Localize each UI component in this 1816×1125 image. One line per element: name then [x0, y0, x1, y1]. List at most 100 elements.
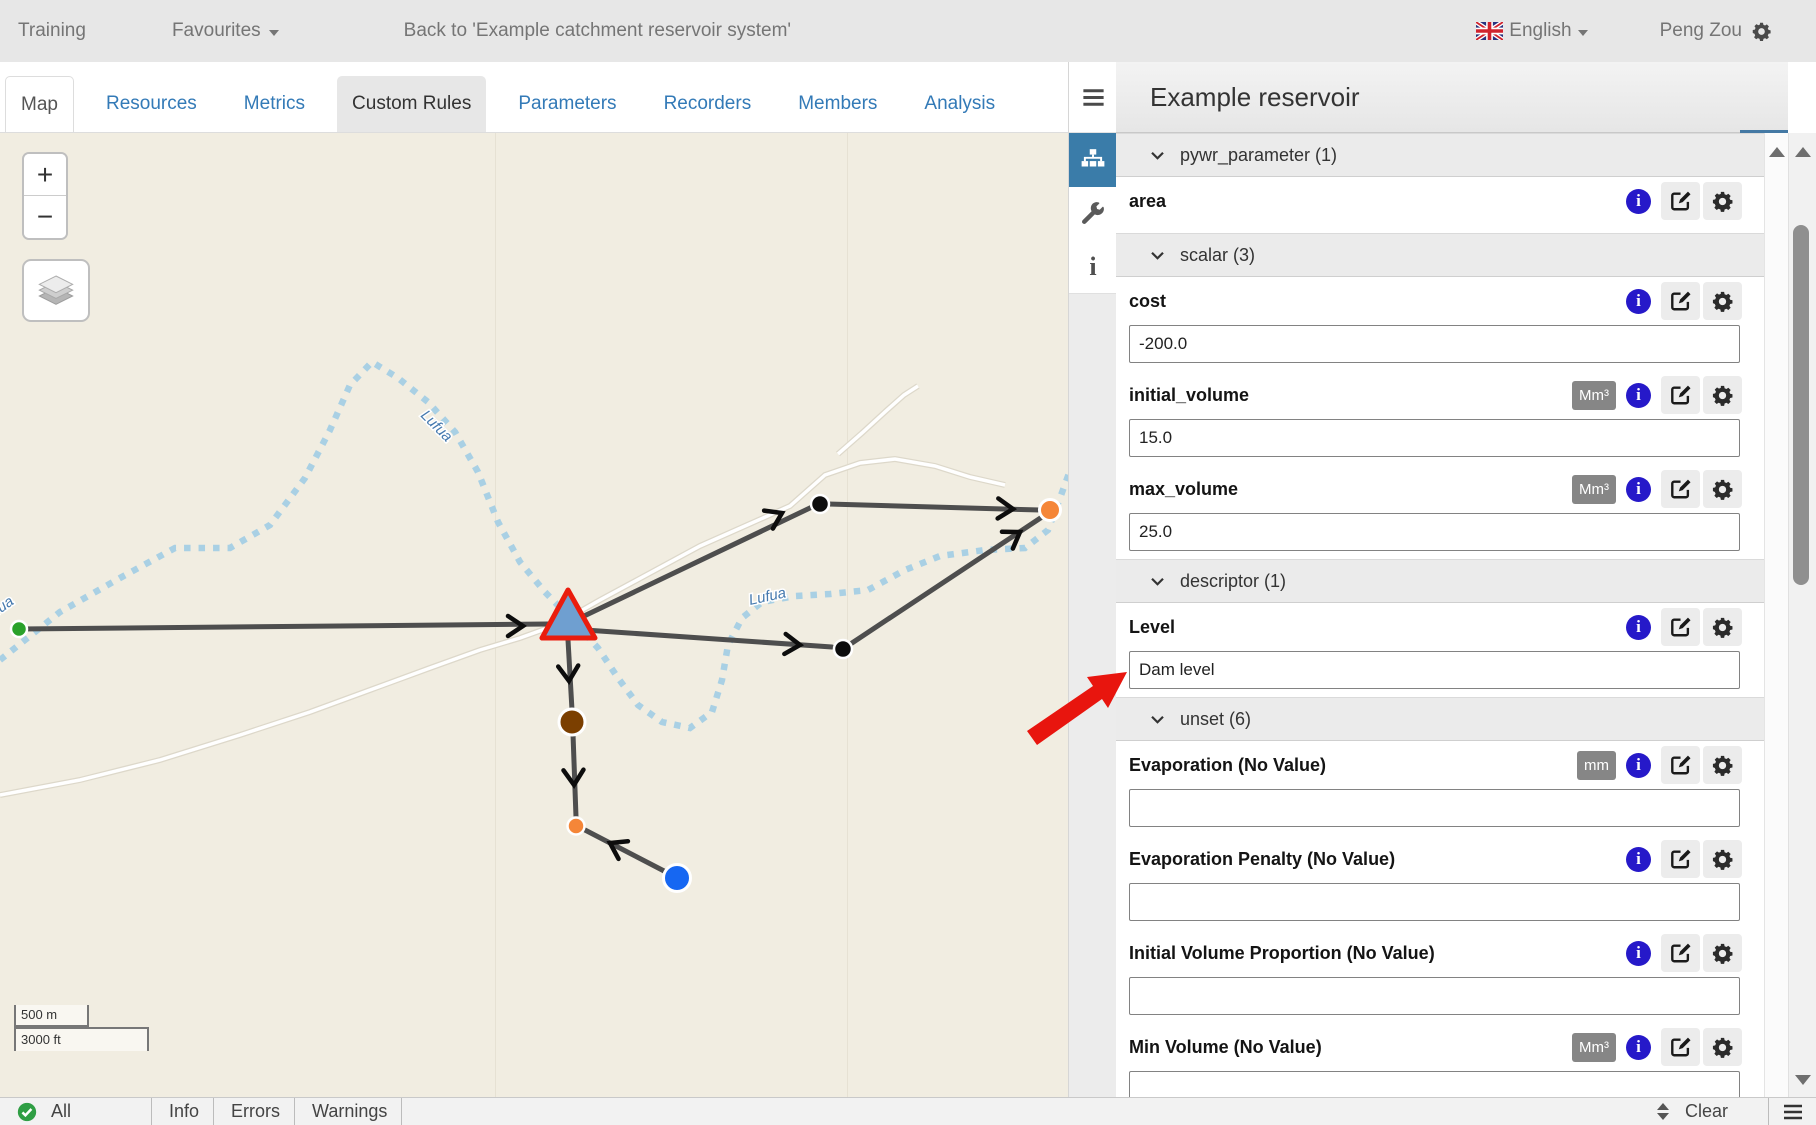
- filter-label: Warnings: [312, 1101, 387, 1122]
- filter-info[interactable]: Info: [152, 1098, 214, 1125]
- property-label: Level: [1129, 617, 1175, 638]
- settings-button[interactable]: [1703, 934, 1742, 972]
- log-menu-button[interactable]: [1768, 1098, 1816, 1125]
- filter-warnings[interactable]: Warnings: [295, 1098, 402, 1125]
- node-orange-right[interactable]: [1040, 500, 1061, 521]
- info-icon[interactable]: i: [1626, 289, 1651, 314]
- filter-label: All: [51, 1101, 71, 1122]
- property-value-input[interactable]: [1129, 325, 1740, 363]
- section-header-scalar-3[interactable]: scalar (3): [1116, 233, 1764, 277]
- property-value-input[interactable]: [1129, 1071, 1740, 1097]
- navbar-right: English Peng Zou: [1476, 20, 1816, 42]
- chevron-down-icon: [1150, 150, 1165, 161]
- settings-button[interactable]: [1703, 840, 1742, 878]
- settings-button[interactable]: [1703, 746, 1742, 784]
- edit-button[interactable]: [1661, 470, 1700, 508]
- gear-icon: [1711, 754, 1734, 777]
- settings-button[interactable]: [1703, 376, 1742, 414]
- gear-icon: [1711, 290, 1734, 313]
- properties-panel: pywr_parameter (1) area i: [1116, 133, 1764, 1097]
- section-header-label: descriptor (1): [1180, 571, 1286, 592]
- chevron-down-icon: [1150, 250, 1165, 261]
- hamburger-icon: [1080, 84, 1107, 111]
- property-value-input[interactable]: [1129, 513, 1740, 551]
- settings-button[interactable]: [1703, 470, 1742, 508]
- edit-button[interactable]: [1661, 282, 1700, 320]
- info-icon[interactable]: i: [1626, 847, 1651, 872]
- settings-button[interactable]: [1703, 608, 1742, 646]
- edit-icon: [1670, 754, 1692, 776]
- map-scale-control: 500 m 3000 ft: [14, 1005, 149, 1051]
- nav-favourites[interactable]: Favourites: [172, 20, 279, 42]
- filter-all[interactable]: All: [0, 1098, 152, 1125]
- settings-button[interactable]: [1703, 1028, 1742, 1066]
- nav-training[interactable]: Training: [18, 20, 86, 42]
- tab-resources[interactable]: Resources: [91, 76, 212, 132]
- network-view-button[interactable]: [1069, 133, 1117, 187]
- unit-badge: Mm³: [1572, 475, 1616, 504]
- edit-button[interactable]: [1661, 840, 1700, 878]
- node-black-upper[interactable]: [811, 495, 829, 513]
- section-header-descriptor-1[interactable]: descriptor (1): [1116, 559, 1764, 603]
- tab-analysis[interactable]: Analysis: [909, 76, 1010, 132]
- info-icon[interactable]: i: [1626, 1035, 1651, 1060]
- filter-errors[interactable]: Errors: [214, 1098, 295, 1125]
- scroll-down-arrow[interactable]: [1795, 1075, 1811, 1085]
- edit-icon: [1670, 290, 1692, 312]
- tab-map[interactable]: Map: [5, 76, 74, 132]
- layers-button[interactable]: [22, 259, 90, 322]
- scroll-up-arrow[interactable]: [1795, 147, 1811, 157]
- info-icon[interactable]: i: [1626, 383, 1651, 408]
- user-menu[interactable]: Peng Zou: [1660, 20, 1772, 42]
- info-icon[interactable]: i: [1626, 753, 1651, 778]
- language-selector[interactable]: English: [1476, 20, 1587, 42]
- edit-button[interactable]: [1661, 608, 1700, 646]
- property-label: initial_volume: [1129, 385, 1249, 406]
- settings-button[interactable]: [1703, 182, 1742, 220]
- layers-icon: [36, 271, 76, 311]
- tab-metrics[interactable]: Metrics: [229, 76, 320, 132]
- edit-button[interactable]: [1661, 1028, 1700, 1066]
- map-canvas[interactable]: LufuaLufuaLufua + − 500 m 3000 ft: [0, 133, 1068, 1097]
- node-black-lower[interactable]: [834, 640, 852, 658]
- edit-button[interactable]: [1661, 746, 1700, 784]
- tools-button[interactable]: [1069, 187, 1117, 240]
- property-value-input[interactable]: [1129, 883, 1740, 921]
- zoom-in-button[interactable]: +: [24, 154, 66, 196]
- tab-custom-rules[interactable]: Custom Rules: [337, 76, 486, 132]
- nav-back-link[interactable]: Back to 'Example catchment reservoir sys…: [404, 20, 791, 42]
- uk-flag-icon: [1476, 22, 1503, 40]
- property-value-input[interactable]: [1129, 651, 1740, 689]
- info-panel-button[interactable]: i: [1069, 240, 1117, 294]
- node-brown[interactable]: [559, 709, 585, 735]
- info-icon[interactable]: i: [1626, 477, 1651, 502]
- scroll-up-arrow[interactable]: [1769, 147, 1785, 157]
- node-blue[interactable]: [664, 865, 691, 892]
- property-value-input[interactable]: [1129, 977, 1740, 1015]
- settings-button[interactable]: [1703, 282, 1742, 320]
- node-orange-small[interactable]: [568, 818, 585, 835]
- edit-button[interactable]: [1661, 376, 1700, 414]
- nav-training-label: Training: [18, 20, 86, 42]
- log-filters: All Info Errors Warnings: [0, 1098, 402, 1125]
- node-green[interactable]: [11, 621, 27, 637]
- scrollbar-thumb[interactable]: [1793, 225, 1809, 585]
- section-header-pywr-parameter-1[interactable]: pywr_parameter (1): [1116, 133, 1764, 177]
- panel-scrollbar[interactable]: [1764, 133, 1788, 1097]
- property-value-input[interactable]: [1129, 419, 1740, 457]
- edit-button[interactable]: [1661, 182, 1700, 220]
- clear-label: Clear: [1685, 1101, 1728, 1122]
- info-icon[interactable]: i: [1626, 189, 1651, 214]
- tab-parameters[interactable]: Parameters: [503, 76, 631, 132]
- section-header-unset-6[interactable]: unset (6): [1116, 697, 1764, 741]
- info-icon[interactable]: i: [1626, 941, 1651, 966]
- property-value-input[interactable]: [1129, 789, 1740, 827]
- zoom-out-button[interactable]: −: [24, 196, 66, 238]
- panel-menu-button[interactable]: [1069, 62, 1117, 133]
- tab-recorders[interactable]: Recorders: [649, 76, 767, 132]
- clear-log-button[interactable]: Clear: [1633, 1098, 1768, 1125]
- window-scrollbar[interactable]: [1788, 133, 1816, 1097]
- info-icon[interactable]: i: [1626, 615, 1651, 640]
- edit-button[interactable]: [1661, 934, 1700, 972]
- tab-members[interactable]: Members: [783, 76, 892, 132]
